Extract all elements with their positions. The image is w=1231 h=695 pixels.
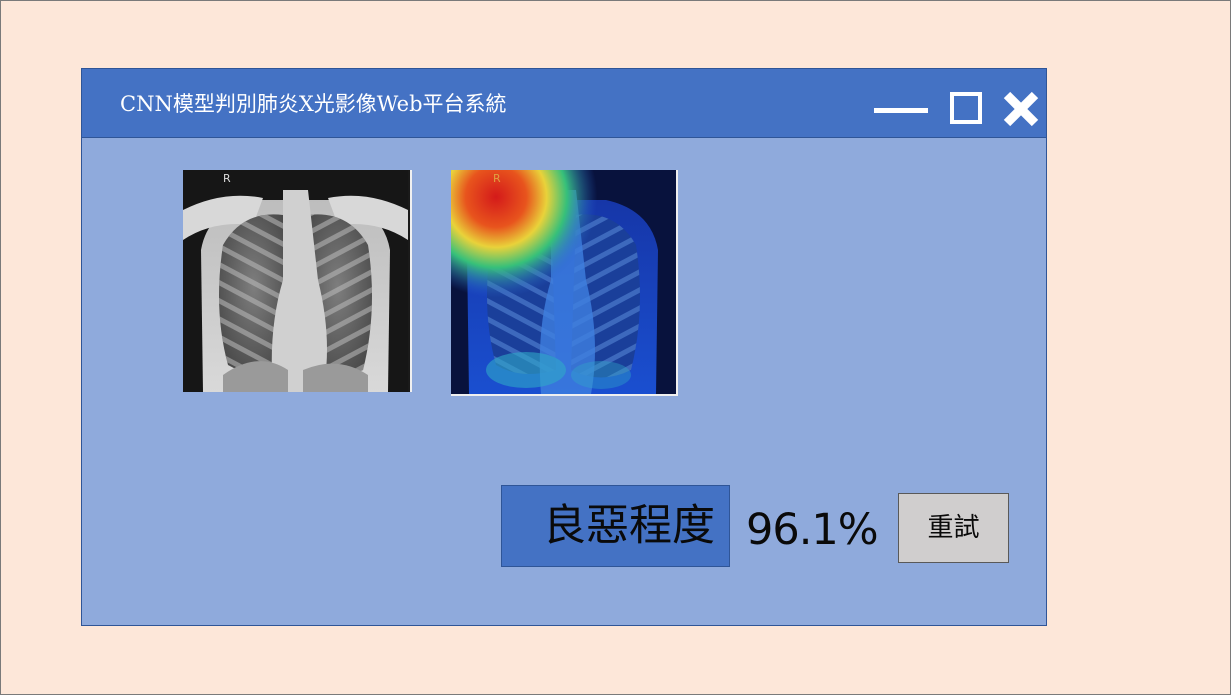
maximize-button[interactable]	[950, 92, 982, 124]
xray-side-marker: R	[223, 172, 231, 185]
original-xray-image: R	[183, 170, 412, 392]
window-titlebar[interactable]: CNN模型判別肺炎X光影像Web平台系統	[82, 69, 1046, 138]
app-window: CNN模型判別肺炎X光影像Web平台系統 R R 良惡程度 96.1% 重試	[81, 68, 1047, 626]
window-title: CNN模型判別肺炎X光影像Web平台系統	[120, 92, 507, 116]
minimize-icon	[874, 108, 928, 113]
heatmap-xray-image: R	[451, 170, 678, 396]
maximize-icon	[950, 92, 982, 124]
close-button[interactable]	[1003, 91, 1039, 127]
severity-label: 良惡程度	[501, 485, 730, 567]
retry-button[interactable]: 重試	[898, 493, 1009, 563]
close-icon	[1003, 91, 1039, 127]
heatmap-side-marker: R	[493, 172, 501, 185]
severity-value: 96.1%	[746, 505, 879, 555]
minimize-button[interactable]	[874, 95, 928, 125]
